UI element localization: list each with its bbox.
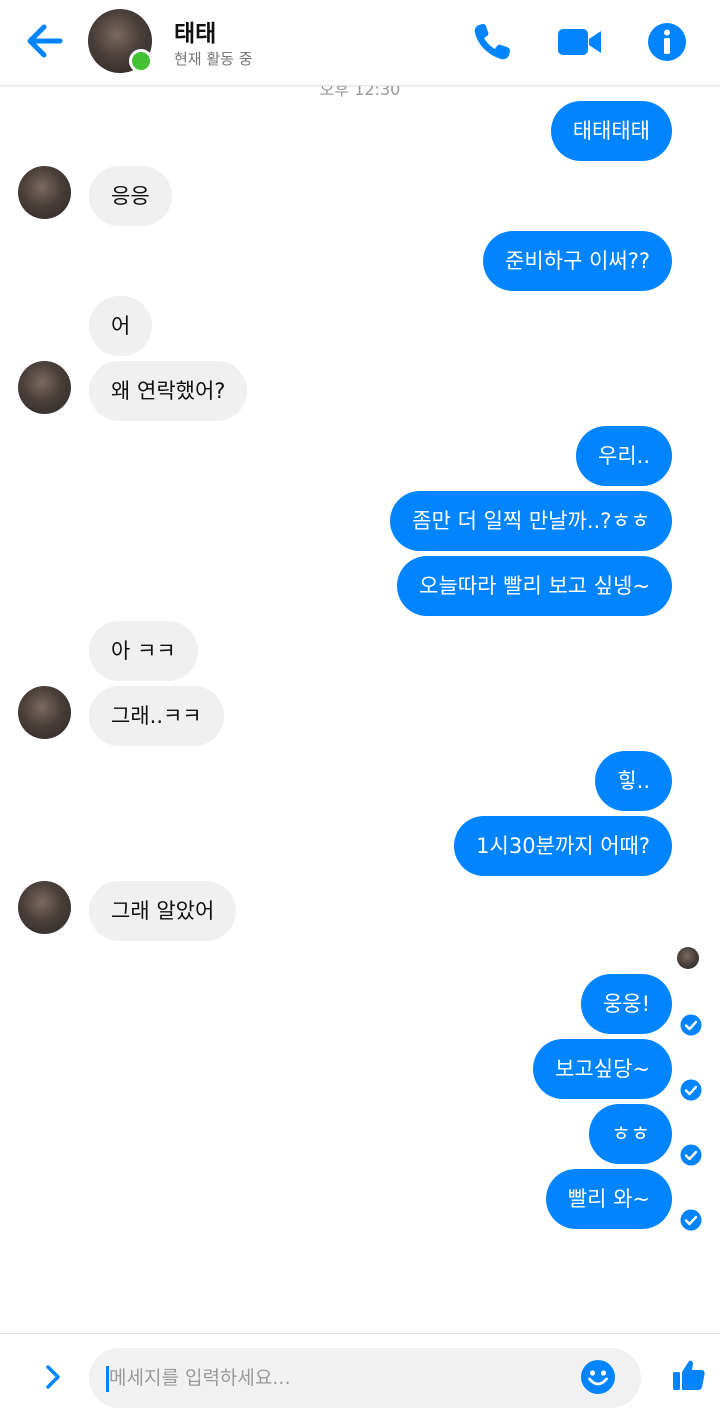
outgoing-message[interactable]: 보고싶당~ bbox=[533, 1039, 672, 1099]
message-input-container[interactable] bbox=[89, 1348, 641, 1408]
outgoing-message[interactable]: 웅웅! bbox=[580, 974, 672, 1034]
chevron-right-icon[interactable] bbox=[38, 1362, 68, 1392]
conversation-header: 태태 현재 활동 중 bbox=[0, 0, 720, 86]
thumbs-up-icon[interactable] bbox=[672, 1358, 706, 1392]
incoming-message[interactable]: 응응 bbox=[89, 166, 172, 226]
phone-icon[interactable] bbox=[470, 20, 516, 64]
video-camera-icon[interactable] bbox=[556, 20, 602, 64]
incoming-message[interactable]: 어 bbox=[89, 296, 153, 356]
outgoing-message[interactable]: 태태태태 bbox=[550, 101, 672, 161]
outgoing-message[interactable]: ㅎㅎ bbox=[589, 1104, 672, 1164]
contact-avatar-small[interactable] bbox=[18, 686, 71, 739]
online-indicator bbox=[129, 49, 153, 73]
outgoing-message[interactable]: 오늘따라 빨리 보고 싶넹~ bbox=[397, 556, 672, 616]
outgoing-message[interactable]: 좀만 더 일찍 만날까..?ㅎㅎ bbox=[390, 491, 672, 551]
contact-status: 현재 활동 중 bbox=[174, 50, 253, 68]
outgoing-message[interactable]: 우리.. bbox=[576, 426, 672, 486]
info-icon[interactable] bbox=[644, 20, 690, 64]
incoming-message[interactable]: 왜 연락했어? bbox=[89, 361, 248, 421]
read-check-icon bbox=[680, 1079, 702, 1101]
read-check-icon bbox=[680, 1144, 702, 1166]
contact-avatar-small[interactable] bbox=[18, 166, 71, 219]
read-check-icon bbox=[680, 1014, 702, 1036]
read-check-icon bbox=[680, 1209, 702, 1231]
contact-name[interactable]: 태태 bbox=[174, 14, 216, 48]
contact-avatar-small[interactable] bbox=[18, 361, 71, 414]
incoming-message[interactable]: 아 ㅋㅋ bbox=[89, 621, 198, 681]
outgoing-message[interactable]: 빨리 와~ bbox=[545, 1169, 672, 1229]
contact-avatar-small[interactable] bbox=[18, 881, 71, 934]
outgoing-message[interactable]: 힣.. bbox=[595, 751, 672, 811]
outgoing-message[interactable]: 1시30분까지 어때? bbox=[454, 816, 672, 876]
incoming-message[interactable]: 그래..ㅋㅋ bbox=[89, 686, 224, 746]
message-input[interactable] bbox=[109, 1348, 579, 1408]
smiley-icon[interactable] bbox=[580, 1359, 616, 1395]
seen-indicator-avatar bbox=[677, 947, 699, 969]
outgoing-message[interactable]: 준비하구 이써?? bbox=[483, 231, 672, 291]
back-arrow-icon[interactable] bbox=[20, 18, 70, 64]
incoming-message[interactable]: 그래 알았어 bbox=[89, 881, 237, 941]
